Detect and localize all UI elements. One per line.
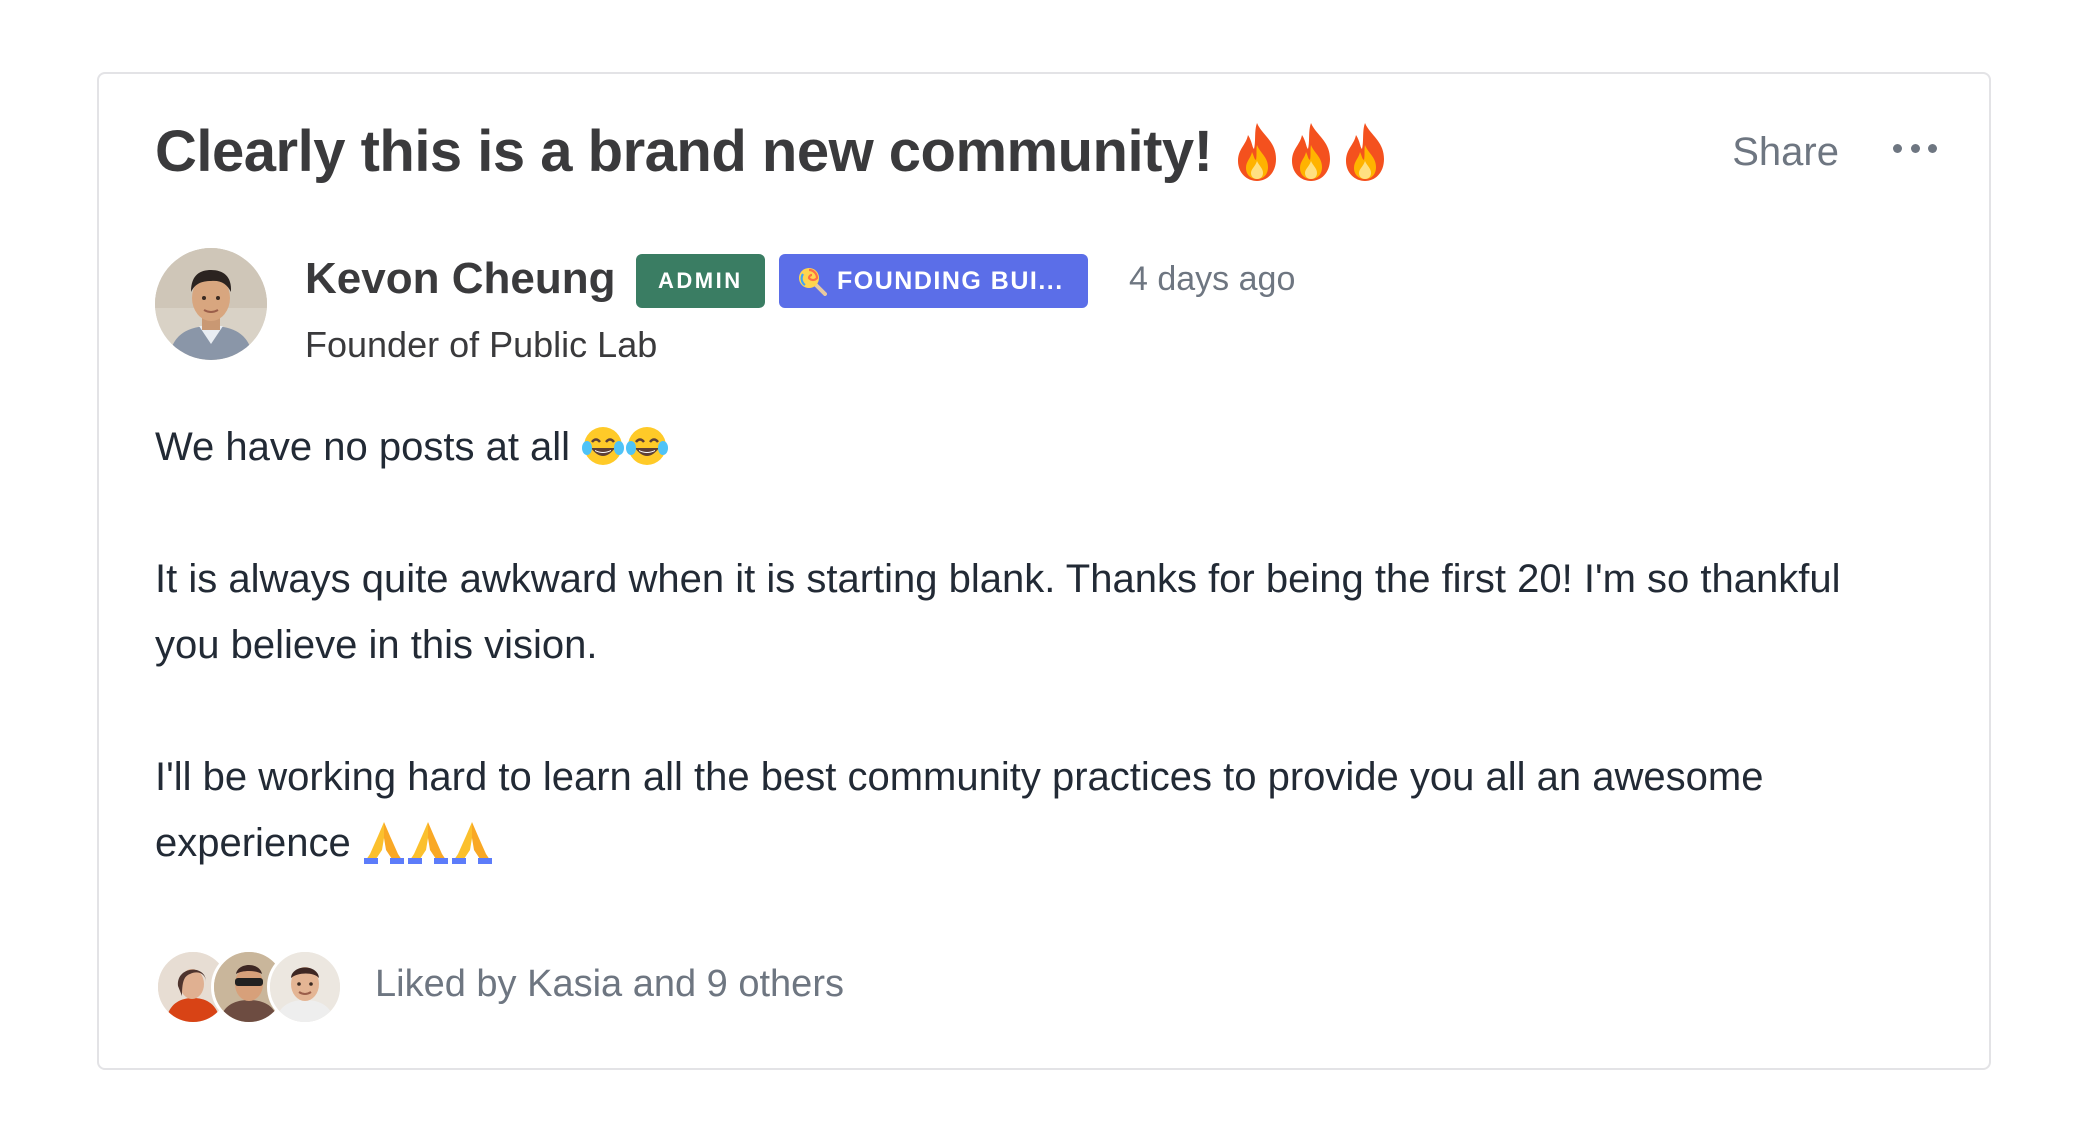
author-avatar-image bbox=[155, 248, 267, 360]
body-paragraph: I'll be working hard to learn all the be… bbox=[155, 744, 1915, 876]
likes-summary[interactable]: Liked by Kasia and 9 others bbox=[375, 963, 844, 1006]
fire-emoji bbox=[1238, 122, 1277, 181]
admin-badge-label: ADMIN bbox=[658, 268, 743, 293]
ellipsis-icon bbox=[1910, 143, 1920, 153]
body-paragraph: We have no posts at all bbox=[155, 414, 1915, 480]
laughing-tears-emoji bbox=[626, 427, 669, 465]
praying-hands-emoji bbox=[363, 822, 404, 864]
author-name[interactable]: Kevon Cheung bbox=[305, 254, 615, 304]
liker-avatars[interactable] bbox=[155, 945, 345, 1025]
founding-builder-badge[interactable]: FOUNDING BUI... bbox=[779, 254, 1088, 308]
ellipsis-icon bbox=[1928, 143, 1937, 153]
likes-row: Liked by Kasia and 9 others bbox=[155, 944, 844, 1025]
body-paragraph-text: We have no posts at all bbox=[155, 425, 571, 469]
praying-hands-emoji bbox=[451, 822, 492, 864]
liker-avatar bbox=[267, 949, 343, 1025]
post-title: Clearly this is a brand new community! bbox=[155, 118, 1390, 185]
post-title-text: Clearly this is a brand new community! bbox=[155, 119, 1213, 184]
share-button[interactable]: Share bbox=[1732, 130, 1839, 175]
laughing-tears-emoji bbox=[582, 427, 625, 465]
body-paragraph: It is always quite awkward when it is st… bbox=[155, 557, 1841, 667]
fire-emoji bbox=[1346, 122, 1385, 181]
author-avatar[interactable] bbox=[155, 248, 267, 360]
post-card: Clearly this is a brand new community! S… bbox=[97, 72, 1991, 1070]
more-options-button[interactable] bbox=[1893, 136, 1937, 160]
post-timestamp: 4 days ago bbox=[1129, 260, 1296, 298]
fire-emoji bbox=[1292, 122, 1331, 181]
founding-badge-label: FOUNDING BUI... bbox=[837, 266, 1064, 295]
lollipop-icon bbox=[799, 268, 827, 296]
title-emoji-group bbox=[1232, 121, 1390, 183]
post-body: We have no posts at all It is always qui… bbox=[155, 414, 1915, 876]
praying-hands-emoji bbox=[407, 822, 448, 864]
admin-badge: ADMIN bbox=[636, 254, 765, 308]
ellipsis-icon bbox=[1893, 143, 1902, 153]
author-role: Founder of Public Lab bbox=[305, 324, 658, 365]
